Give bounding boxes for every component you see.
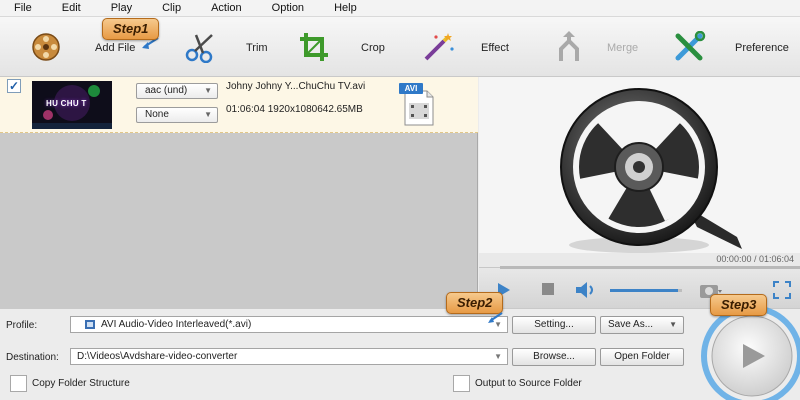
profile-value: AVI Audio-Video Interleaved(*.avi): [101, 319, 252, 330]
menu-option[interactable]: Option: [272, 2, 304, 14]
fullscreen-icon[interactable]: [773, 281, 791, 299]
magic-wand-icon[interactable]: [422, 31, 456, 63]
seek-bar[interactable]: [500, 266, 800, 269]
convert-area: [690, 306, 800, 400]
merge-button[interactable]: Merge: [607, 42, 638, 54]
output-to-source-checkbox[interactable]: [453, 375, 470, 392]
volume-slider[interactable]: [610, 289, 682, 292]
step3-badge: Step3: [710, 294, 768, 316]
subtitle-select[interactable]: None ▼: [136, 107, 218, 123]
volume-level: [610, 289, 679, 292]
destination-label: Destination:: [6, 352, 59, 363]
add-file-button[interactable]: Add File: [95, 42, 135, 54]
scissors-icon[interactable]: [184, 31, 218, 63]
preview-pane: [479, 77, 800, 266]
output-to-source-label: Output to Source Folder: [475, 378, 582, 389]
effect-button[interactable]: Effect: [481, 42, 509, 54]
merge-icon[interactable]: [552, 31, 586, 63]
film-reel-icon: [560, 88, 742, 253]
volume-icon[interactable]: [575, 281, 597, 299]
menu-edit[interactable]: Edit: [62, 2, 81, 14]
browse-button[interactable]: Browse...: [512, 348, 596, 366]
settings-button[interactable]: Setting...: [512, 316, 596, 334]
destination-value: D:\Videos\Avdshare-video-converter: [77, 351, 238, 362]
chevron-down-icon: ▼: [204, 86, 212, 95]
time-bar: 00:00:00 / 01:06:04: [479, 253, 800, 267]
format-badge: AVI: [399, 83, 423, 94]
time-display: 00:00:00 / 01:06:04: [716, 254, 794, 264]
menu-play[interactable]: Play: [111, 2, 132, 14]
open-folder-button[interactable]: Open Folder: [600, 348, 684, 366]
film-reel-icon[interactable]: [30, 31, 64, 63]
copy-folder-structure-label: Copy Folder Structure: [32, 378, 130, 389]
save-as-button[interactable]: Save As... ▼: [600, 316, 684, 334]
file-checkbox[interactable]: ✓: [7, 79, 21, 93]
convert-button[interactable]: [690, 306, 800, 400]
chevron-down-icon: ▼: [494, 352, 502, 361]
subtitle-value: None: [145, 109, 169, 120]
tools-icon[interactable]: [673, 31, 707, 63]
crop-button[interactable]: Crop: [361, 42, 385, 54]
file-meta: 01:06:04 1920x1080642.65MB: [226, 104, 363, 115]
menu-file[interactable]: File: [14, 2, 32, 14]
menu-help[interactable]: Help: [334, 2, 357, 14]
crop-icon[interactable]: [298, 31, 332, 63]
save-as-label: Save As...: [608, 319, 654, 330]
file-list: ✓ HU CHU T aac (und) ▼ None ▼ Johny John…: [0, 77, 478, 308]
audio-track-select[interactable]: aac (und) ▼: [136, 83, 218, 99]
file-name: Johny Johny Y...ChuChu TV.avi: [226, 81, 366, 92]
destination-field[interactable]: D:\Videos\Avdshare-video-converter ▼: [70, 348, 508, 365]
copy-folder-structure-checkbox[interactable]: [10, 375, 27, 392]
chevron-down-icon: ▼: [669, 320, 677, 329]
avi-file-icon: AVI: [399, 83, 437, 127]
profile-select[interactable]: AVI Audio-Video Interleaved(*.avi) ▼: [70, 316, 508, 333]
preference-button[interactable]: Preference: [735, 42, 789, 54]
pointer-arrow-icon: [488, 312, 503, 323]
profile-label: Profile:: [6, 320, 38, 331]
audio-track-value: aac (und): [145, 85, 188, 96]
trim-button[interactable]: Trim: [246, 42, 268, 54]
menu-action[interactable]: Action: [211, 2, 242, 14]
menu-bar: File Edit Play Clip Action Option Help: [0, 0, 800, 17]
video-format-icon: [85, 320, 95, 329]
stop-icon[interactable]: [541, 282, 555, 296]
menu-clip[interactable]: Clip: [162, 2, 181, 14]
thumbnail-text: HU CHU T: [46, 99, 87, 108]
step2-badge: Step2: [446, 292, 504, 314]
file-row[interactable]: ✓ HU CHU T aac (und) ▼ None ▼ Johny John…: [0, 77, 478, 133]
step1-badge: Step1: [102, 18, 160, 40]
chevron-down-icon: ▼: [204, 110, 212, 119]
video-thumbnail: HU CHU T: [32, 81, 112, 129]
